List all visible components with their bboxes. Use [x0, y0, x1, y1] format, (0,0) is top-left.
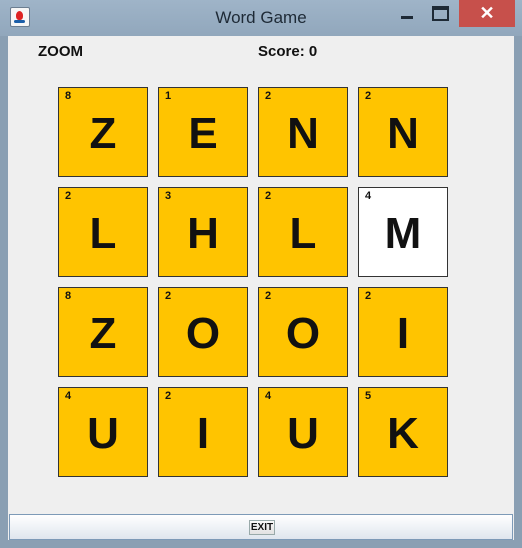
letter-tile[interactable]: 5K [358, 387, 448, 477]
letter-tile[interactable]: 4M [358, 187, 448, 277]
close-icon: ✕ [479, 3, 495, 23]
letter-tile[interactable]: 2N [258, 87, 348, 177]
letter-tile[interactable]: 2L [58, 187, 148, 277]
exit-bar: EXIT [9, 514, 513, 540]
letter-tile[interactable]: 1E [158, 87, 248, 177]
game-panel: ZOOM Score: 0 8Z1E2N2N2L3H2L4M8Z2O2O2I4U… [8, 36, 514, 540]
letter-tile[interactable]: 2I [358, 287, 448, 377]
letter-tile[interactable]: 4U [58, 387, 148, 477]
letter-tile[interactable]: 3H [158, 187, 248, 277]
tile-letter: O [185, 309, 221, 358]
tile-letter: I [196, 409, 210, 458]
tile-letter: U [87, 409, 119, 458]
exit-button[interactable]: EXIT [249, 520, 275, 535]
letter-tile[interactable]: 2I [158, 387, 248, 477]
minimize-icon [401, 16, 413, 19]
letter-tile[interactable]: 8Z [58, 287, 148, 377]
tile-letter: L [89, 209, 117, 258]
letter-tile[interactable]: 2N [358, 87, 448, 177]
tile-letter: N [287, 109, 319, 158]
tile-letter: Z [89, 309, 117, 358]
tile-letter: L [289, 209, 317, 258]
letter-tile[interactable]: 4U [258, 387, 348, 477]
tile-letter: N [387, 109, 419, 158]
letter-tile[interactable]: 2L [258, 187, 348, 277]
letter-tile[interactable]: 8Z [58, 87, 148, 177]
tile-letter: E [188, 109, 218, 158]
letter-tile[interactable]: 2O [158, 287, 248, 377]
current-word: ZOOM [38, 43, 83, 60]
tile-letter: I [396, 309, 410, 358]
tile-letter: U [287, 409, 319, 458]
tile-letter: O [285, 309, 321, 358]
letter-tile[interactable]: 2O [258, 287, 348, 377]
app-window: Word Game ✕ ZOOM Score: 0 8Z1E2N2N2L3H2L… [0, 0, 522, 548]
tile-letter: Z [89, 109, 117, 158]
tile-letter: M [384, 209, 422, 258]
score-label: Score: 0 [258, 43, 318, 60]
maximize-icon [431, 6, 449, 21]
tile-letter: H [187, 209, 219, 258]
maximize-button[interactable] [425, 0, 455, 27]
close-button[interactable]: ✕ [459, 0, 515, 27]
title-bar[interactable]: Word Game ✕ [0, 0, 522, 36]
minimize-button[interactable] [392, 0, 422, 27]
tile-letter: K [387, 409, 419, 458]
